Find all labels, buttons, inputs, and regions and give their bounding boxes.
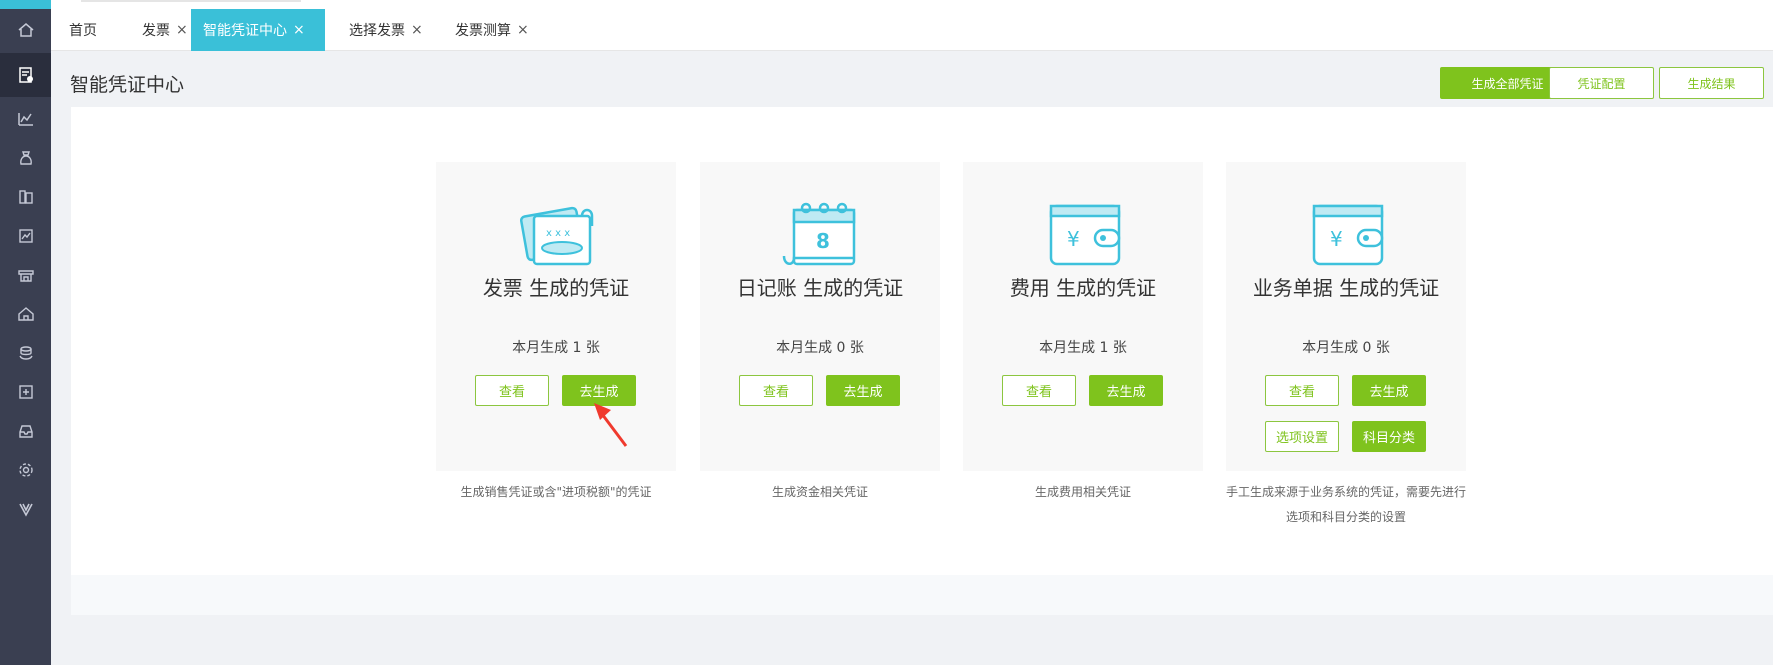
journal-calendar-icon: 8	[782, 202, 856, 266]
svg-text:8: 8	[816, 229, 830, 253]
svg-text:x x x: x x x	[546, 228, 570, 239]
card-title: 费用 生成的凭证	[1009, 276, 1157, 300]
view-button[interactable]: 查看	[739, 375, 813, 406]
card-expense: ¥ 费用 生成的凭证 本月生成 1 张 查看 去生成	[963, 162, 1203, 471]
sidebar-item-inbox[interactable]	[0, 409, 51, 453]
view-button[interactable]: 查看	[1265, 375, 1339, 406]
sidebar-item-logo[interactable]	[0, 487, 51, 531]
card-desc-expense: 生成费用相关凭证	[1034, 485, 1131, 499]
money-bag-icon	[19, 151, 32, 165]
card-count: 本月生成 0 张	[1302, 340, 1390, 356]
sidebar	[0, 0, 51, 665]
voucher-config-button[interactable]: 凭证配置	[1549, 67, 1654, 99]
card-title: 发票 生成的凭证	[482, 276, 630, 300]
card-desc-journal: 生成资金相关凭证	[771, 485, 868, 499]
card-invoice: x x x 发票 生成的凭证 本月生成 1 张 查看 去生成	[436, 162, 676, 471]
sidebar-item-voucher[interactable]	[0, 53, 51, 97]
generate-button[interactable]: 去生成	[1089, 375, 1163, 406]
document-add-icon	[18, 385, 33, 399]
sidebar-item-document-add[interactable]	[0, 370, 51, 414]
generate-button[interactable]: 去生成	[1352, 375, 1426, 406]
tab-invoice[interactable]: 发票 ×	[130, 9, 200, 51]
tab-label: 首页	[69, 23, 97, 39]
svg-text:¥: ¥	[1067, 227, 1080, 251]
generate-button[interactable]: 去生成	[826, 375, 900, 406]
tab-bar: 首页 发票 × 智能凭证中心 × 选择发票 × 发票测算 ×	[51, 9, 1773, 51]
close-icon[interactable]: ×	[176, 22, 188, 38]
close-icon[interactable]: ×	[517, 22, 529, 38]
view-button[interactable]: 查看	[475, 375, 549, 406]
top-strip-line	[81, 0, 301, 2]
sidebar-item-home[interactable]	[0, 8, 51, 52]
report-icon	[18, 229, 33, 243]
card-count: 本月生成 1 张	[512, 340, 600, 356]
sidebar-item-report[interactable]	[0, 214, 51, 258]
card-journal: 8 日记账 生成的凭证 本月生成 0 张 查看 去生成	[700, 162, 940, 471]
view-button[interactable]: 查看	[1002, 375, 1076, 406]
sidebar-item-shop[interactable]	[0, 253, 51, 297]
coins-icon	[18, 346, 33, 360]
sidebar-item-coins[interactable]	[0, 331, 51, 375]
page-title: 智能凭证中心	[70, 74, 185, 96]
card-title: 日记账 生成的凭证	[736, 276, 904, 300]
top-strip	[51, 0, 1773, 9]
main-footer	[71, 575, 1773, 615]
tab-label: 发票	[142, 23, 170, 39]
tab-label: 智能凭证中心	[203, 23, 287, 39]
voucher-icon	[18, 67, 33, 83]
home-icon	[18, 23, 33, 37]
tab-home[interactable]: 首页	[57, 9, 109, 51]
inbox-icon	[18, 425, 33, 438]
card-title: 业务单据 生成的凭证	[1252, 276, 1440, 300]
shop-icon	[17, 270, 34, 282]
tab-label: 选择发票	[349, 23, 405, 39]
options-settings-button[interactable]: 选项设置	[1265, 421, 1339, 452]
sidebar-item-chart[interactable]	[0, 97, 51, 141]
card-desc-business-docs: 手工生成来源于业务系统的凭证，需要先进行选项和科目分类的设置	[1225, 485, 1466, 524]
tab-smart-voucher[interactable]: 智能凭证中心 ×	[191, 9, 325, 51]
svg-text:¥: ¥	[1330, 227, 1343, 251]
red-arrow-annotation	[594, 403, 628, 447]
tab-invoice-calc[interactable]: 发票测算 ×	[443, 9, 541, 51]
building-icon	[17, 307, 34, 321]
sidebar-item-money[interactable]	[0, 136, 51, 180]
close-icon[interactable]: ×	[293, 22, 305, 38]
settings-icon	[18, 463, 33, 477]
books-icon	[18, 190, 33, 204]
tab-select-invoice[interactable]: 选择发票 ×	[337, 9, 435, 51]
invoice-icon: x x x	[519, 206, 594, 266]
card-desc-invoice: 生成销售凭证或含"进项税额"的凭证	[460, 485, 652, 499]
card-count: 本月生成 1 张	[1039, 340, 1127, 356]
wallet-yuan-icon: ¥	[1049, 204, 1121, 266]
sidebar-item-building[interactable]	[0, 292, 51, 336]
tab-label: 发票测算	[455, 23, 511, 39]
generate-results-button[interactable]: 生成结果	[1659, 67, 1764, 99]
card-business-docs: ¥ 业务单据 生成的凭证 本月生成 0 张 查看 去生成 选项设置 科目分类	[1226, 162, 1466, 471]
close-icon[interactable]: ×	[411, 22, 423, 38]
sidebar-item-books[interactable]	[0, 175, 51, 219]
wallet-yuan-icon: ¥	[1312, 204, 1384, 266]
subject-classify-button[interactable]: 科目分类	[1352, 421, 1426, 452]
sidebar-item-settings[interactable]	[0, 448, 51, 492]
v-logo-icon	[18, 503, 33, 517]
card-count: 本月生成 0 张	[776, 340, 864, 356]
chart-icon	[17, 113, 33, 126]
